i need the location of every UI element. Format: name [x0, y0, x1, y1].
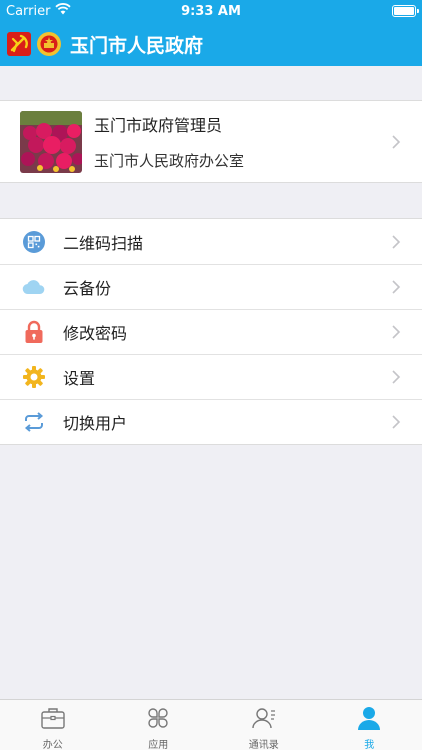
tab-me[interactable]: 我 — [317, 700, 422, 750]
profile-name: 玉门市政府管理员 — [94, 116, 223, 135]
apps-icon — [145, 706, 171, 734]
menu-item-qr-scan[interactable]: 二维码扫描 — [0, 219, 422, 264]
status-time: 9:33 AM — [181, 3, 241, 19]
carrier-label: Carrier — [6, 3, 51, 19]
briefcase-icon — [40, 706, 66, 734]
gear-icon — [22, 365, 46, 389]
settings-menu: 二维码扫描 云备份 修改密码 设置 切换用户 — [0, 218, 422, 445]
tab-label: 办公 — [42, 740, 63, 750]
status-bar: Carrier 9:33 AM — [0, 0, 422, 22]
switch-user-icon — [22, 410, 46, 434]
tab-office[interactable]: 办公 — [0, 700, 106, 750]
menu-item-switch-user[interactable]: 切换用户 — [0, 399, 422, 444]
profile-organization: 玉门市人民政府办公室 — [94, 152, 245, 170]
page-title: 玉门市人民政府 — [70, 34, 204, 57]
lock-icon — [22, 320, 46, 344]
chevron-right-icon — [384, 320, 408, 344]
chevron-right-icon — [384, 275, 408, 299]
menu-item-cloud-backup[interactable]: 云备份 — [0, 264, 422, 309]
chevron-right-icon — [384, 410, 408, 434]
tab-label: 应用 — [148, 740, 169, 750]
wifi-icon — [55, 3, 72, 19]
tab-bar: 办公 应用 通讯录 我 — [0, 699, 422, 750]
menu-item-label: 云备份 — [63, 278, 112, 298]
tab-contacts[interactable]: 通讯录 — [211, 700, 317, 750]
menu-item-label: 切换用户 — [63, 413, 128, 433]
menu-item-label: 修改密码 — [63, 323, 128, 343]
menu-item-label: 二维码扫描 — [63, 233, 144, 253]
tab-apps[interactable]: 应用 — [106, 700, 212, 750]
top-bar: Carrier 9:33 AM 玉门市人民政府 — [0, 0, 422, 66]
chevron-right-icon — [384, 230, 408, 254]
party-emblem-icon — [6, 31, 32, 57]
person-icon — [356, 706, 382, 734]
chevron-right-icon — [384, 365, 408, 389]
tab-label: 通讯录 — [248, 740, 279, 750]
contacts-icon — [251, 706, 277, 734]
chevron-right-icon — [384, 130, 408, 154]
cloud-icon — [22, 275, 46, 299]
avatar — [20, 110, 82, 173]
menu-item-settings[interactable]: 设置 — [0, 354, 422, 399]
battery-icon — [391, 5, 419, 17]
national-emblem-icon — [36, 31, 62, 57]
menu-item-label: 设置 — [63, 368, 96, 388]
navigation-bar: 玉门市人民政府 — [0, 22, 422, 66]
qr-code-icon — [22, 230, 46, 254]
menu-item-change-password[interactable]: 修改密码 — [0, 309, 422, 354]
profile-card[interactable]: 玉门市政府管理员 玉门市人民政府办公室 — [0, 100, 422, 183]
tab-label: 我 — [364, 740, 375, 750]
